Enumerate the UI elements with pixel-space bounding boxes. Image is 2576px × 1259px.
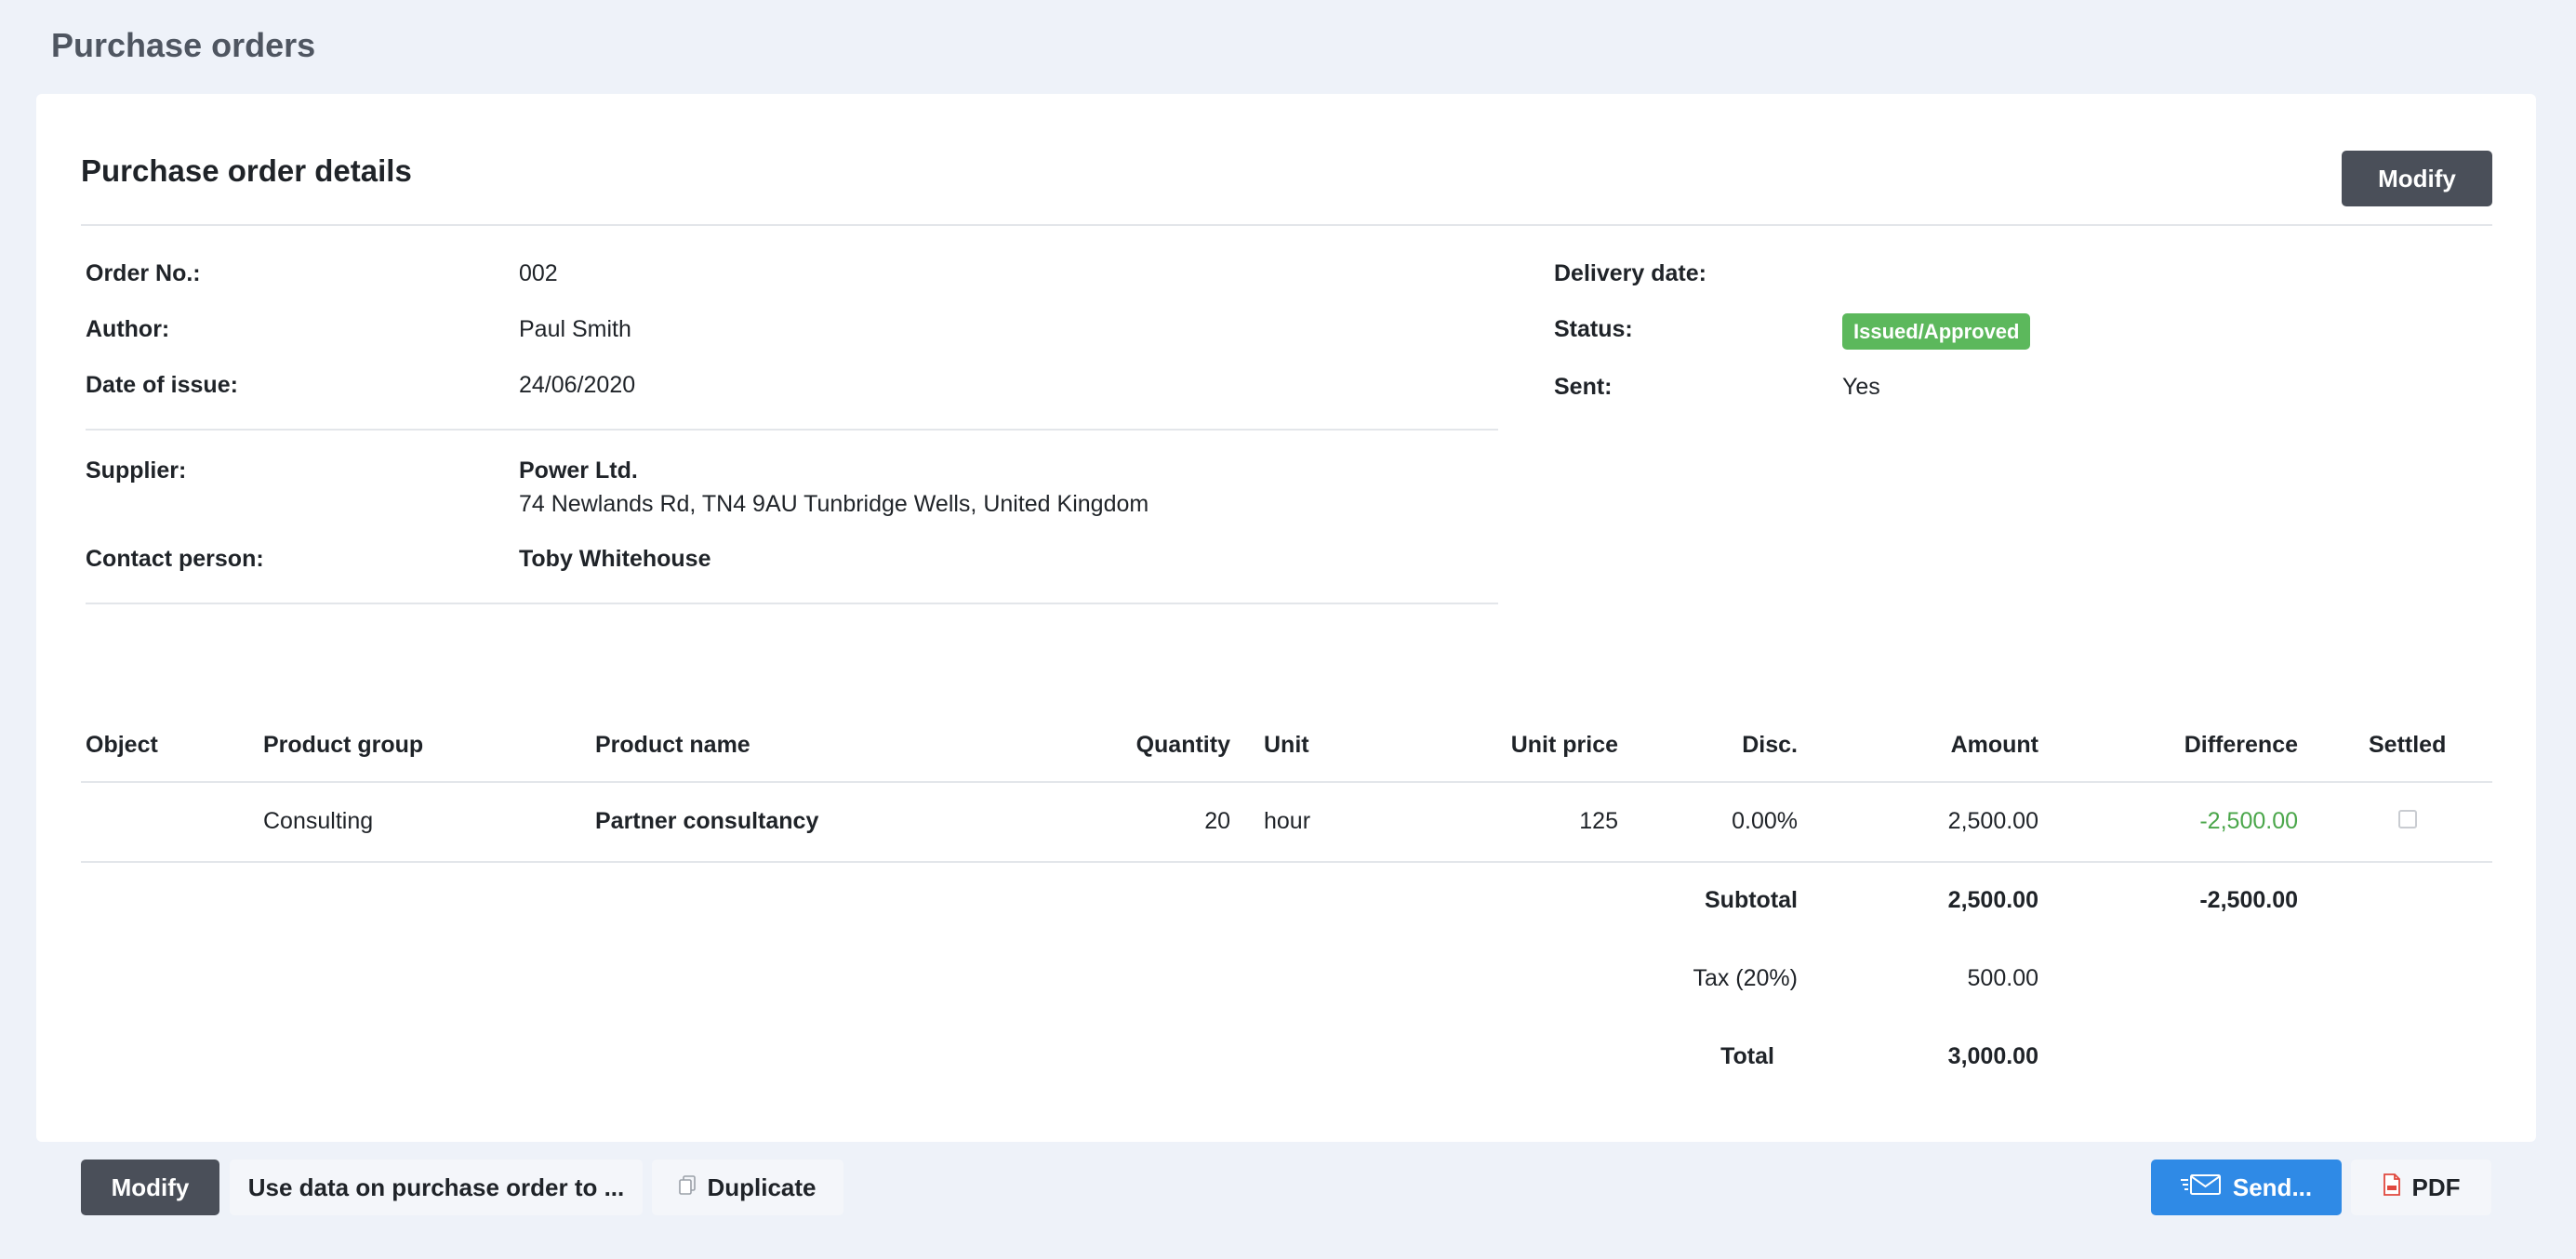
status-label: Status: — [1554, 316, 1633, 342]
author-value: Paul Smith — [519, 316, 631, 342]
pdf-label: PDF — [2411, 1173, 2461, 1201]
modify-button[interactable]: Modify — [81, 1160, 219, 1215]
supplier-address: 74 Newlands Rd, TN4 9AU Tunbridge Wells,… — [519, 491, 1149, 517]
order-no-value: 002 — [519, 260, 558, 286]
cell-unit-price: 125 — [1579, 808, 1618, 834]
send-label: Send... — [2232, 1173, 2313, 1201]
divider — [81, 781, 2492, 783]
column-header-unit-price: Unit price — [1510, 732, 1618, 758]
cell-difference: -2,500.00 — [2199, 808, 2298, 834]
envelope-icon — [2180, 1173, 2222, 1202]
duplicate-label: Duplicate — [707, 1173, 817, 1201]
divider — [86, 603, 1498, 604]
contact-person-label: Contact person: — [86, 546, 264, 572]
column-header-difference: Difference — [2184, 732, 2298, 758]
column-header-object: Object — [86, 732, 158, 758]
divider — [81, 861, 2492, 863]
subtotal-difference: -2,500.00 — [2199, 887, 2298, 913]
subtotal-amount: 2,500.00 — [1947, 887, 2038, 913]
total-label: Total — [1720, 1043, 1774, 1069]
card-title: Purchase order details — [81, 153, 412, 188]
cell-quantity: 20 — [1204, 808, 1230, 834]
cell-amount: 2,500.00 — [1947, 808, 2038, 834]
date-of-issue-label: Date of issue: — [86, 372, 238, 398]
copy-icon — [679, 1173, 697, 1202]
pdf-file-icon — [2383, 1173, 2401, 1202]
column-header-discount: Disc. — [1742, 732, 1798, 758]
author-label: Author: — [86, 316, 170, 342]
page-title: Purchase orders — [51, 26, 316, 64]
cell-unit: hour — [1264, 808, 1311, 834]
order-no-label: Order No.: — [86, 260, 201, 286]
column-header-quantity: Quantity — [1135, 732, 1230, 758]
settled-checkbox[interactable] — [2398, 810, 2417, 828]
duplicate-button[interactable]: Duplicate — [652, 1160, 843, 1215]
subtotal-label: Subtotal — [1705, 887, 1798, 913]
modify-button-top[interactable]: Modify — [2342, 151, 2492, 206]
cell-product-name: Partner consultancy — [595, 808, 819, 834]
contact-person-value: Toby Whitehouse — [519, 546, 711, 572]
cell-discount: 0.00% — [1732, 808, 1798, 834]
sent-value: Yes — [1842, 374, 1880, 400]
status-badge: Issued/Approved — [1842, 313, 2031, 350]
supplier-name: Power Ltd. — [519, 457, 638, 484]
tax-amount: 500.00 — [1967, 965, 2038, 991]
purchase-order-card: Purchase order details Modify Order No.:… — [36, 94, 2536, 1142]
divider — [86, 429, 1498, 431]
column-header-product-group: Product group — [263, 732, 424, 758]
pdf-button[interactable]: PDF — [2351, 1160, 2491, 1215]
column-header-unit: Unit — [1264, 732, 1309, 758]
delivery-date-label: Delivery date: — [1554, 260, 1706, 286]
divider — [81, 224, 2492, 226]
column-header-settled: Settled — [2369, 732, 2447, 758]
total-amount: 3,000.00 — [1947, 1043, 2038, 1069]
supplier-label: Supplier: — [86, 457, 187, 484]
use-data-button[interactable]: Use data on purchase order to ... — [230, 1160, 643, 1215]
column-header-product-name: Product name — [595, 732, 750, 758]
column-header-amount: Amount — [1950, 732, 2038, 758]
sent-label: Sent: — [1554, 374, 1613, 400]
send-button[interactable]: Send... — [2151, 1160, 2342, 1215]
tax-label: Tax (20%) — [1693, 965, 1798, 991]
cell-product-group: Consulting — [263, 808, 374, 834]
date-of-issue-value: 24/06/2020 — [519, 372, 636, 398]
